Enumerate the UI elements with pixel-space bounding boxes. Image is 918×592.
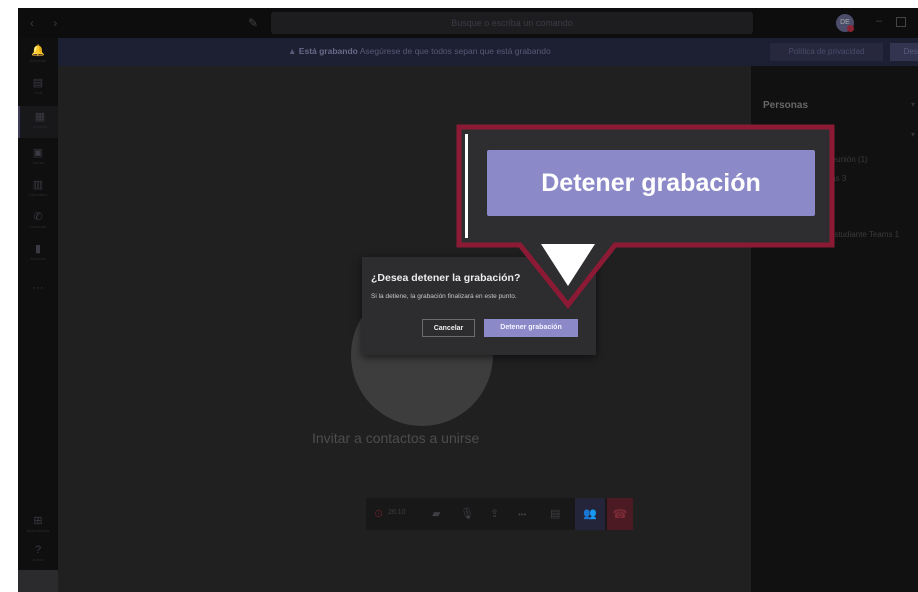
calendar-icon: ▥ [32, 179, 44, 191]
recording-banner: ▲ Está grabando Asegúrese de que todos s… [58, 38, 918, 66]
recording-banner-text: ▲ Está grabando Asegúrese de que todos s… [288, 46, 551, 56]
rail-item-calendar[interactable]: ▥ Calendario [18, 178, 58, 197]
rail-bottom-strip [18, 570, 58, 592]
rail-item-apps[interactable]: ⊞ Aplicaciones [18, 514, 58, 533]
rail-item-activity[interactable]: 🔔 Actividad [18, 44, 58, 63]
help-icon: ? [34, 544, 42, 556]
stop-recording-button[interactable]: Detener grabación [484, 319, 578, 337]
rail-item-label: Tareas [31, 160, 44, 165]
rail-item-files[interactable]: ▮ Archivos [18, 242, 58, 261]
dialog-description: Si la detiene, la grabación finalizará e… [371, 293, 517, 300]
hang-up-icon[interactable]: ☎ [607, 498, 633, 530]
search-input[interactable]: Busque o escriba un comando [271, 12, 753, 34]
rail-item-label: Ayuda [32, 557, 44, 562]
rail-item-teams[interactable]: ▦ Equipos [18, 106, 60, 138]
calls-icon: ✆ [33, 211, 43, 223]
minimize-icon[interactable]: – [876, 15, 882, 27]
assignments-icon: ▣ [32, 147, 44, 159]
rail-item-label: Llamadas [29, 224, 47, 229]
dialog-title: ¿Desea detener la grabación? [371, 272, 521, 284]
recording-timer-icon: ⊙ [374, 508, 384, 520]
warning-icon: ▲ [288, 46, 297, 56]
chat-icon: ▤ [32, 77, 44, 89]
participant-entry[interactable]: ms 3 [829, 174, 846, 183]
panel-edge-mark: ▾ [911, 130, 916, 139]
bell-icon: 🔔 [31, 45, 45, 57]
teams-icon: ▦ [34, 111, 46, 123]
back-forward-arrows-icon[interactable]: ‹ › [30, 16, 65, 30]
rail-item-label: Archivos [30, 256, 46, 261]
share-screen-icon[interactable]: ⇪ [490, 507, 499, 520]
microphone-icon[interactable]: 🎙 [460, 507, 474, 520]
callout-accent-bar [465, 134, 468, 238]
rail-item-assignments[interactable]: ▣ Tareas [18, 146, 58, 165]
rail-item-label: Chat [33, 90, 43, 95]
camera-icon[interactable]: ▰ [432, 507, 440, 520]
recording-banner-bold: Está grabando [298, 46, 358, 56]
participants-icon[interactable]: 👥 [575, 498, 605, 530]
rail-item-help[interactable]: ? Ayuda [18, 544, 58, 562]
panel-edge-mark: ▾ [911, 100, 916, 109]
callout-stop-recording-button: Detener grabación [487, 150, 815, 216]
people-panel: Personas ▾ ▾ reunión (1) ms 3 Estudiante… [751, 66, 918, 592]
rail-item-label: Actividad [29, 58, 47, 63]
compose-icon[interactable]: ✎ [248, 16, 258, 30]
more-options-icon[interactable]: ••• [518, 510, 526, 519]
status-dot [847, 25, 854, 32]
meeting-timer: 26:10 [388, 509, 406, 516]
files-icon: ▮ [34, 243, 42, 255]
apps-icon: ⊞ [33, 515, 43, 527]
rail-item-chat[interactable]: ▤ Chat [18, 76, 58, 95]
invite-contacts-text[interactable]: Invitar a contactos a unirse [312, 430, 479, 446]
stop-recording-dialog: ¿Desea detener la grabación? Si la detie… [362, 257, 596, 355]
meeting-participants-heading[interactable]: reunión (1) [829, 155, 868, 164]
rail-item-label: Equipos [32, 124, 48, 129]
chat-toggle-icon[interactable]: ▤ [550, 507, 560, 520]
privacy-policy-button[interactable]: Política de privacidad [770, 43, 883, 61]
recording-banner-message: Asegúrese de que todos sepan que está gr… [359, 46, 551, 56]
more-icon: ··· [32, 282, 44, 294]
participant-entry[interactable]: Estudiante Teams 1 [829, 230, 899, 239]
title-bar: ‹ › ✎ Busque o escriba un comando DE – [18, 8, 918, 38]
cancel-button[interactable]: Cancelar [422, 319, 475, 337]
rail-item-label: Calendario [28, 192, 48, 197]
discard-button[interactable]: Descartar [890, 43, 918, 61]
rail-item-more[interactable]: ··· [18, 282, 58, 294]
rail-item-label: Aplicaciones [26, 528, 50, 533]
maximize-icon[interactable] [896, 17, 906, 27]
people-panel-title: Personas [763, 100, 809, 111]
meeting-controls-bar: ⊙ 26:10 ▰ 🎙 ⇪ ••• ▤ 👥 ☎ [366, 498, 633, 530]
rail-item-calls[interactable]: ✆ Llamadas [18, 210, 58, 229]
app-rail: 🔔 Actividad ▤ Chat ▦ Equipos ▣ Tareas ▥ … [18, 38, 60, 592]
